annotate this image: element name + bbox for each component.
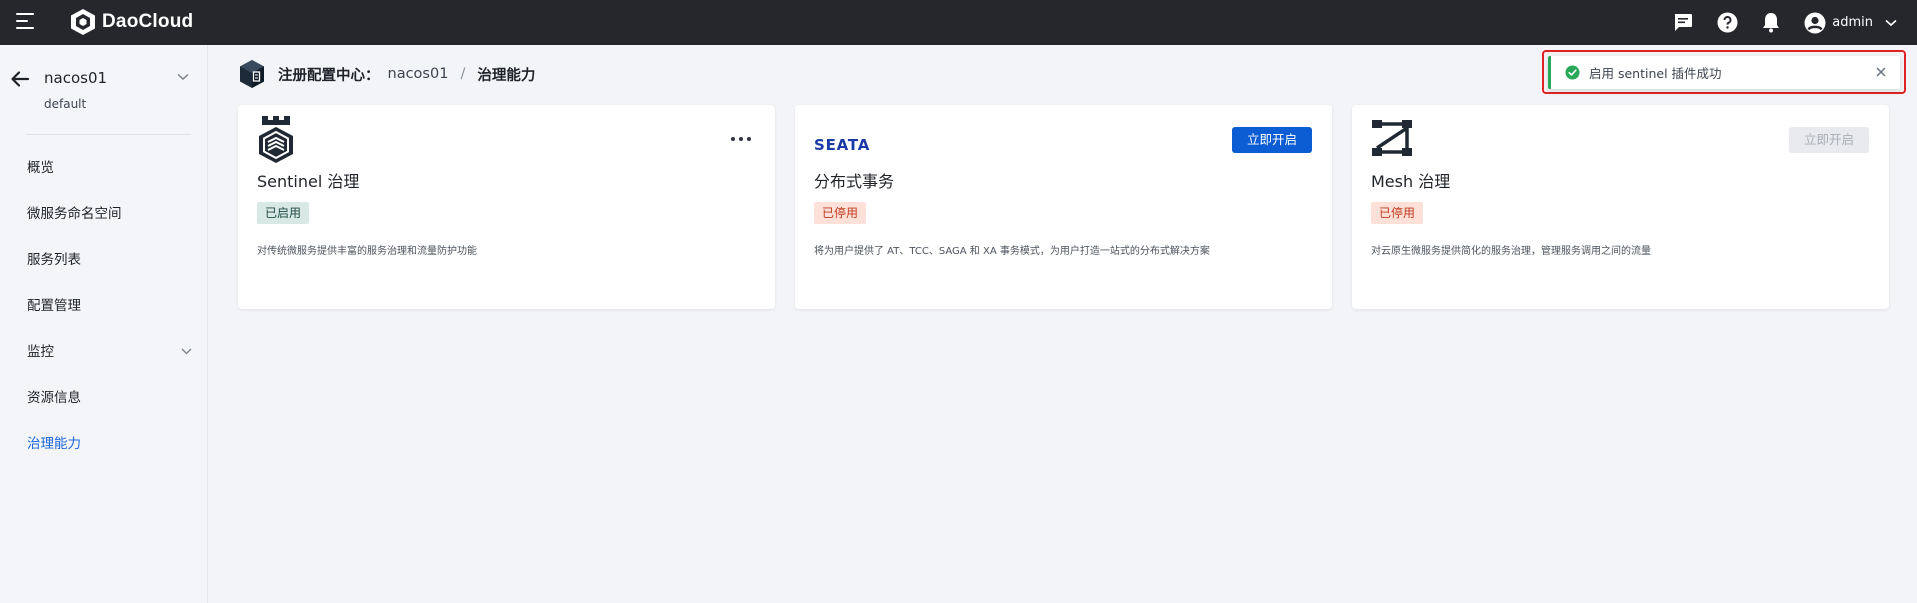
- top-navigation-bar: DaoCloud admin: [0, 0, 1917, 45]
- breadcrumb-current: 治理能力: [477, 67, 536, 84]
- brand-logo[interactable]: DaoCloud: [70, 8, 193, 36]
- sentinel-governance-card: Sentinel 治理 已启用 对传统微服务提供丰富的服务治理和流量防护功能: [238, 105, 775, 309]
- card-description: 对云原生微服务提供简化的服务治理，管理服务调用之间的流量: [1371, 246, 1651, 257]
- sidebar-item-microservice-namespace[interactable]: 微服务命名空间: [0, 191, 208, 237]
- breadcrumb-namespace-link[interactable]: nacos01: [388, 66, 449, 82]
- sidebar-item-label: 服务列表: [27, 252, 81, 268]
- card-title: 分布式事务: [814, 172, 895, 191]
- menu-icon[interactable]: [16, 13, 36, 31]
- sidebar-divider: [26, 134, 191, 135]
- card-title: Sentinel 治理: [257, 172, 360, 191]
- sidebar-item-config-management[interactable]: 配置管理: [0, 283, 208, 329]
- seata-logo-text: SEATA: [814, 136, 870, 154]
- help-icon[interactable]: [1716, 12, 1738, 34]
- sidebar-item-resource-info[interactable]: 资源信息: [0, 375, 208, 421]
- mesh-governance-card: 立即开启 Mesh 治理 已停用 对云原生微服务提供简化的服务治理，管理服务调用…: [1352, 105, 1889, 309]
- registry-cube-icon: [240, 60, 264, 88]
- breadcrumb: 注册配置中心： nacos01 / 治理能力: [238, 58, 535, 90]
- namespace-name: nacos01: [44, 69, 108, 87]
- enable-now-button-disabled[interactable]: 立即开启: [1788, 127, 1869, 153]
- seata-logo-icon: SEATA: [814, 136, 870, 154]
- chevron-down-icon: [1885, 19, 1897, 26]
- more-actions-icon[interactable]: [731, 135, 751, 143]
- namespace-switch-chevron-icon[interactable]: [177, 73, 189, 81]
- namespace-sub: default: [44, 97, 87, 111]
- sidebar-item-overview[interactable]: 概览: [0, 145, 208, 191]
- success-check-icon: [1565, 65, 1580, 80]
- chevron-down-icon: [181, 348, 192, 355]
- toast-message: 启用 sentinel 插件成功: [1589, 66, 1722, 81]
- breadcrumb-separator: /: [460, 66, 466, 82]
- sidebar-item-label: 微服务命名空间: [27, 206, 122, 222]
- breadcrumb-label: 注册配置中心：: [278, 67, 380, 84]
- mesh-logo-icon: [1372, 120, 1412, 156]
- daocloud-logo-icon: [71, 9, 95, 35]
- user-menu[interactable]: admin: [1804, 12, 1897, 34]
- card-description: 对传统微服务提供丰富的服务治理和流量防护功能: [257, 246, 477, 257]
- sidebar-item-label: 资源信息: [27, 390, 81, 406]
- card-title: Mesh 治理: [1371, 172, 1451, 191]
- bell-icon[interactable]: [1760, 12, 1782, 34]
- status-badge: 已停用: [1371, 202, 1424, 224]
- sidebar: nacos01 default 概览 微服务命名空间 服务列表 配置管理 监控 …: [0, 45, 208, 603]
- status-badge: 已停用: [814, 202, 867, 224]
- sidebar-item-label: 监控: [27, 344, 54, 360]
- message-icon[interactable]: [1672, 12, 1694, 34]
- enable-now-button[interactable]: 立即开启: [1231, 127, 1312, 153]
- sidebar-item-label: 概览: [27, 160, 54, 176]
- user-avatar-icon: [1804, 12, 1826, 33]
- sidebar-item-label: 配置管理: [27, 298, 81, 314]
- user-name: admin: [1832, 15, 1873, 30]
- status-badge: 已启用: [257, 202, 310, 224]
- close-icon[interactable]: [1874, 65, 1888, 79]
- sidebar-item-service-list[interactable]: 服务列表: [0, 237, 208, 283]
- sentinel-logo-icon: [259, 116, 293, 163]
- distributed-transaction-card: SEATA 立即开启 分布式事务 已停用 将为用户提供了 AT、TCC、SAGA…: [795, 105, 1332, 309]
- card-description: 将为用户提供了 AT、TCC、SAGA 和 XA 事务模式，为用户打造一站式的分…: [814, 246, 1210, 257]
- success-toast: 启用 sentinel 插件成功: [1548, 56, 1900, 89]
- sidebar-item-label: 治理能力: [27, 436, 81, 452]
- sidebar-nav: 概览 微服务命名空间 服务列表 配置管理 监控 资源信息 治理能力: [0, 145, 208, 467]
- back-arrow-icon[interactable]: [10, 69, 30, 89]
- sidebar-item-monitoring[interactable]: 监控: [0, 329, 208, 375]
- sidebar-item-governance[interactable]: 治理能力: [0, 421, 208, 467]
- namespace-header: nacos01 default: [10, 67, 195, 127]
- brand-name: DaoCloud: [102, 11, 194, 32]
